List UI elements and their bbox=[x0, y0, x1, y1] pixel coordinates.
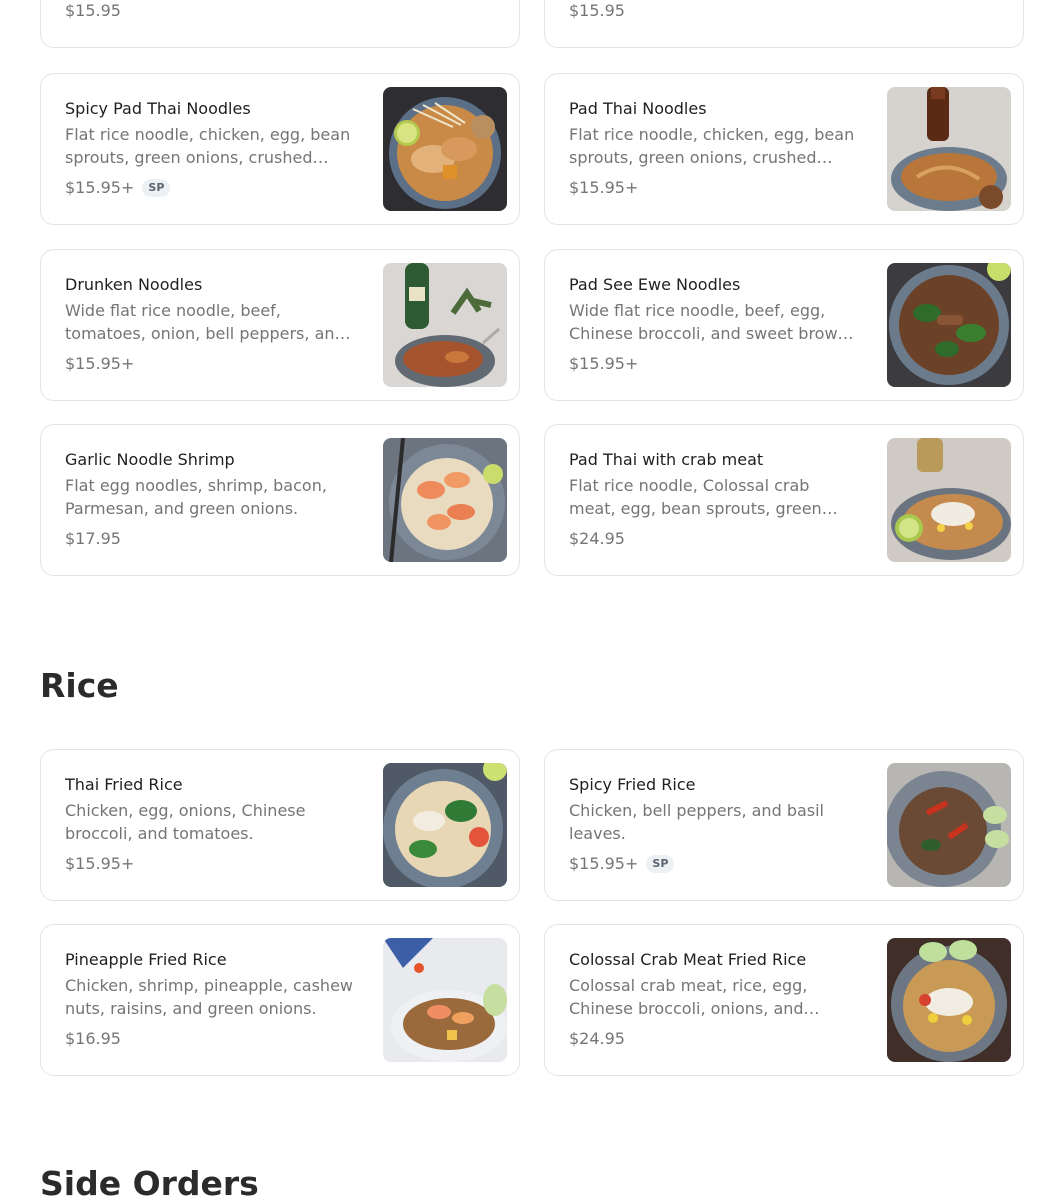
section-title-side-orders: Side Orders bbox=[40, 1164, 259, 1203]
item-name: Pad Thai Noodles bbox=[569, 99, 707, 118]
item-description: Chicken, bell peppers, and basil leaves. bbox=[569, 801, 824, 843]
menu-item-card[interactable]: Pad See Ewe Noodles Wide flat rice noodl… bbox=[544, 249, 1024, 401]
menu-item-card[interactable]: Spicy Fried Rice Chicken, bell peppers, … bbox=[544, 749, 1024, 901]
menu-item-card[interactable]: $15.95 bbox=[40, 0, 520, 48]
menu-item-card[interactable]: Garlic Noodle Shrimp Flat egg noodles, s… bbox=[40, 424, 520, 576]
item-description: Flat egg noodles, shrimp, bacon, Parmesa… bbox=[65, 476, 327, 518]
item-price: $15.95+ bbox=[65, 354, 135, 373]
item-description: Wide flat rice noodle, beef, tomatoes, o… bbox=[65, 301, 345, 343]
item-description: Flat rice noodle, Colossal crab meat, eg… bbox=[569, 476, 822, 518]
menu-item-card[interactable]: Thai Fried Rice Chicken, egg, onions, Ch… bbox=[40, 749, 520, 901]
pineapple-fried-rice-photo bbox=[383, 938, 507, 1062]
item-name: Spicy Fried Rice bbox=[569, 775, 696, 794]
item-description: Flat rice noodle, chicken, egg, bean spr… bbox=[65, 125, 351, 167]
item-name: Pad See Ewe Noodles bbox=[569, 275, 741, 294]
item-price: $24.95 bbox=[569, 529, 625, 548]
section-title-rice: Rice bbox=[40, 666, 119, 705]
item-description: Chicken, egg, onions, Chinese broccoli, … bbox=[65, 801, 306, 843]
item-name: Spicy Pad Thai Noodles bbox=[65, 99, 251, 118]
garlic-noodle-shrimp-photo bbox=[383, 438, 507, 562]
menu-item-card[interactable]: Spicy Pad Thai Noodles Flat rice noodle,… bbox=[40, 73, 520, 225]
item-description: Flat rice noodle, chicken, egg, bean spr… bbox=[569, 125, 855, 167]
spicy-pad-thai-photo bbox=[383, 87, 507, 211]
item-description: Colossal crab meat, rice, egg, Chinese b… bbox=[569, 976, 808, 1018]
pad-thai-photo bbox=[887, 87, 1011, 211]
item-price: $17.95 bbox=[65, 529, 121, 548]
spicy-badge: SP bbox=[646, 855, 675, 873]
pad-see-ewe-photo bbox=[887, 263, 1011, 387]
menu-item-card[interactable]: Pineapple Fried Rice Chicken, shrimp, pi… bbox=[40, 924, 520, 1076]
menu-item-card[interactable]: Pad Thai with crab meat Flat rice noodle… bbox=[544, 424, 1024, 576]
item-name: Drunken Noodles bbox=[65, 275, 203, 294]
item-price: $15.95+ bbox=[569, 354, 639, 373]
spicy-badge: SP bbox=[142, 179, 171, 197]
item-name: Pineapple Fried Rice bbox=[65, 950, 227, 969]
item-description: Wide flat rice noodle, beef, egg, Chines… bbox=[569, 301, 848, 343]
menu-item-card[interactable]: Pad Thai Noodles Flat rice noodle, chick… bbox=[544, 73, 1024, 225]
item-price: $15.95+ bbox=[65, 854, 135, 873]
menu-item-card[interactable]: Drunken Noodles Wide flat rice noodle, b… bbox=[40, 249, 520, 401]
item-price: $15.95 bbox=[569, 1, 625, 20]
thai-fried-rice-photo bbox=[383, 763, 507, 887]
item-price: $15.95+ bbox=[569, 854, 639, 873]
pad-thai-crab-photo bbox=[887, 438, 1011, 562]
item-description: Chicken, shrimp, pineapple, cashew nuts,… bbox=[65, 976, 353, 1018]
crab-fried-rice-photo bbox=[887, 938, 1011, 1062]
item-price: $15.95+ bbox=[65, 178, 135, 197]
item-price: $15.95 bbox=[65, 1, 121, 20]
item-name: Thai Fried Rice bbox=[65, 775, 183, 794]
menu-item-card[interactable]: $15.95 bbox=[544, 0, 1024, 48]
menu-item-card[interactable]: Colossal Crab Meat Fried Rice Colossal c… bbox=[544, 924, 1024, 1076]
item-name: Pad Thai with crab meat bbox=[569, 450, 764, 469]
item-price: $15.95+ bbox=[569, 178, 639, 197]
spicy-fried-rice-photo bbox=[887, 763, 1011, 887]
item-price: $24.95 bbox=[569, 1029, 625, 1048]
item-name: Garlic Noodle Shrimp bbox=[65, 450, 235, 469]
item-name: Colossal Crab Meat Fried Rice bbox=[569, 950, 807, 969]
drunken-noodles-photo bbox=[383, 263, 507, 387]
item-price: $16.95 bbox=[65, 1029, 121, 1048]
